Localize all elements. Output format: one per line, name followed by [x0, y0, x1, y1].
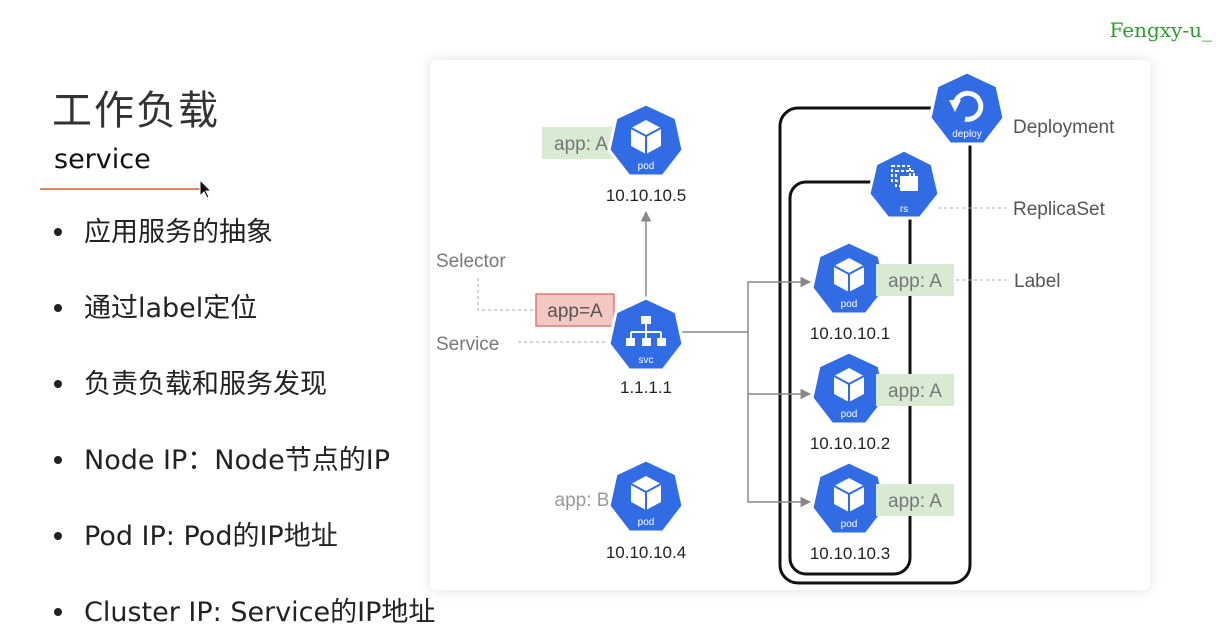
- selector-leader: [477, 278, 535, 311]
- service-label: Service: [436, 334, 499, 355]
- pod-icon: pod: [607, 458, 685, 534]
- bullet-item: 负责负载和服务发现: [54, 362, 327, 401]
- slide-subtitle: service: [54, 144, 151, 175]
- pod-icon: pod: [810, 350, 888, 426]
- bullet-item: 通过label定位: [54, 286, 257, 325]
- bullet-text: 通过label定位: [84, 293, 258, 324]
- bullet-item: Node IP：Node节点的IP: [54, 438, 390, 477]
- pen-cursor-icon: [199, 178, 213, 199]
- pod-ip: 10.10.10.3: [810, 544, 890, 563]
- pod-icon: pod: [607, 102, 685, 178]
- pod-icon-label: pod: [841, 409, 858, 420]
- bullet-text: 负责负载和服务发现: [84, 369, 327, 400]
- bullet-text: Pod IP: Pod的IP地址: [84, 521, 338, 552]
- bullet-dot: [54, 303, 62, 312]
- bullet-item: 应用服务的抽象: [54, 210, 273, 249]
- deploy-icon-label: deploy: [952, 129, 981, 140]
- slide-title: 工作负载: [52, 88, 220, 134]
- pod-tag-text: app: A: [888, 491, 942, 512]
- pod-ip: 10.10.10.5: [606, 186, 686, 205]
- selector-value: app=A: [547, 301, 603, 322]
- pod-icon-label: pod: [638, 161, 655, 172]
- subtitle-underline: [40, 188, 200, 190]
- pod-tag-text: app: B: [555, 490, 610, 511]
- rs-icon: rs: [867, 148, 941, 220]
- deployment-label: Deployment: [1013, 117, 1115, 138]
- pod-icon: pod: [810, 460, 888, 536]
- pod-icon-label: pod: [841, 519, 858, 530]
- pod-icon: pod: [810, 240, 888, 316]
- pod-tag-text: app: A: [554, 134, 608, 155]
- svc-icon-label: svc: [639, 355, 654, 366]
- pod-icon-label: pod: [841, 299, 858, 310]
- bullet-item: Pod IP: Pod的IP地址: [54, 514, 338, 553]
- label-label: Label: [1014, 271, 1061, 292]
- diagram-panel: deploy Deployment rs ReplicaSet Label Se…: [430, 60, 1150, 590]
- bullet-dot: [54, 455, 62, 464]
- bullet-dot: [54, 531, 62, 540]
- svc-icon: svc: [607, 296, 685, 372]
- bullet-dot: [54, 227, 62, 236]
- rs-icon-label: rs: [900, 204, 908, 215]
- replicaset-label: ReplicaSet: [1013, 199, 1106, 220]
- deploy-icon: deploy: [928, 70, 1006, 146]
- pod-tag-text: app: A: [888, 271, 942, 292]
- bullet-text: 应用服务的抽象: [84, 217, 273, 248]
- pod-icon-label: pod: [638, 517, 655, 528]
- pod-ip: 10.10.10.4: [606, 543, 686, 562]
- service-diagram: deploy Deployment rs ReplicaSet Label Se…: [436, 70, 1115, 585]
- pod-ip: 10.10.10.1: [810, 324, 890, 343]
- pod-tag-text: app: A: [888, 381, 942, 402]
- bullet-item: Cluster IP: Service的IP地址: [54, 590, 435, 629]
- selector-label: Selector: [436, 251, 506, 272]
- bullet-text: Cluster IP: Service的IP地址: [84, 597, 436, 628]
- bullet-text: Node IP：Node节点的IP: [84, 445, 391, 476]
- bullet-dot: [54, 607, 62, 616]
- bullet-dot: [54, 379, 62, 388]
- service-ip: 1.1.1.1: [620, 378, 672, 397]
- pod-ip: 10.10.10.2: [810, 434, 890, 453]
- watermark: Fengxy-u_: [1109, 18, 1212, 42]
